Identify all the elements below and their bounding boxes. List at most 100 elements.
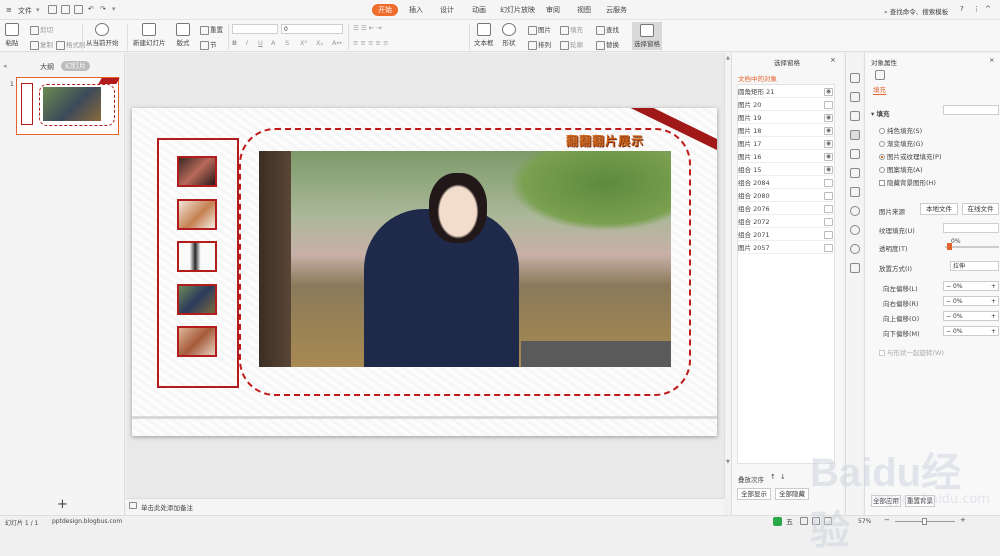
- minus-icon[interactable]: −: [944, 283, 953, 290]
- hamburger-icon[interactable]: ≡: [6, 6, 12, 14]
- redo-icon[interactable]: ↷: [100, 5, 106, 13]
- section-button[interactable]: 节: [200, 39, 217, 50]
- tab-slides[interactable]: 幻灯片: [61, 61, 90, 71]
- picture-button[interactable]: 图片: [528, 24, 551, 35]
- preview-icon[interactable]: [74, 5, 83, 14]
- scroll-up-icon[interactable]: ▲: [726, 55, 730, 61]
- layers-icon[interactable]: [850, 92, 860, 102]
- cut-button[interactable]: 剪切: [30, 24, 53, 35]
- new-slide-button[interactable]: 新建幻灯片: [133, 23, 166, 47]
- list-item[interactable]: 组合 2084: [738, 177, 834, 189]
- minus-icon[interactable]: −: [944, 298, 953, 305]
- italic-icon[interactable]: I: [246, 39, 248, 47]
- offset-bottom-stepper[interactable]: −0% +: [943, 326, 999, 336]
- fill-bucket-icon[interactable]: [875, 70, 885, 80]
- slide-thumbnail[interactable]: [16, 77, 120, 135]
- notes-placeholder[interactable]: 单击此处添加备注: [141, 502, 193, 512]
- layout-button[interactable]: 版式: [176, 23, 190, 47]
- find-button[interactable]: 查找: [596, 24, 619, 35]
- tab-view[interactable]: 视图: [577, 5, 591, 15]
- option-picture-fill[interactable]: 图片或纹理填充(P): [879, 151, 942, 161]
- collapse-pane-icon[interactable]: ◂: [3, 62, 7, 70]
- offset-left-stepper[interactable]: −0% +: [943, 281, 999, 291]
- save-icon[interactable]: [48, 5, 57, 14]
- help-icon[interactable]: ?: [960, 5, 964, 13]
- subscript-icon[interactable]: X₂: [316, 39, 323, 47]
- visibility-box-icon[interactable]: [824, 244, 833, 252]
- underline-icon[interactable]: U: [258, 39, 263, 47]
- rotate-with-shape-checkbox[interactable]: 与形状一起旋转(W): [879, 347, 944, 357]
- minus-icon[interactable]: −: [944, 313, 953, 320]
- placement-select[interactable]: 拉伸: [950, 261, 999, 271]
- hide-background-checkbox[interactable]: 隐藏背景图形(H): [879, 177, 936, 187]
- visibility-box-icon[interactable]: [824, 101, 833, 109]
- reset-button[interactable]: 重置: [200, 24, 223, 35]
- outline-button[interactable]: 轮廓: [560, 39, 583, 50]
- photo-thumbnail-3[interactable]: [177, 241, 217, 272]
- char-spacing-icon[interactable]: A↔: [332, 39, 342, 47]
- move-up-icon[interactable]: ↑: [770, 473, 776, 481]
- tab-design[interactable]: 设计: [440, 5, 454, 15]
- list-item[interactable]: 组合 2071: [738, 229, 834, 241]
- visibility-box-icon[interactable]: [824, 192, 833, 200]
- online-file-button[interactable]: 在线文件: [962, 203, 999, 215]
- more-icon[interactable]: ▾: [112, 5, 116, 13]
- reset-background-button[interactable]: 重置背景: [905, 495, 935, 507]
- superscript-icon[interactable]: X²: [300, 39, 307, 47]
- list-item[interactable]: 组合 15 ◉: [738, 164, 834, 176]
- plus-icon[interactable]: +: [991, 327, 996, 336]
- zoom-slider-handle[interactable]: [922, 518, 927, 525]
- arrange-button[interactable]: 排列: [528, 39, 551, 50]
- list-item[interactable]: 图片 17 ◉: [738, 138, 834, 150]
- slide[interactable]: 翻翻翻片展示: [132, 108, 717, 436]
- tab-slideshow[interactable]: 幻灯片放映: [500, 5, 535, 15]
- eye-icon[interactable]: ◉: [824, 127, 833, 135]
- move-down-icon[interactable]: ↓: [780, 473, 786, 481]
- tab-insert[interactable]: 插入: [409, 5, 423, 15]
- list-item[interactable]: 组合 2080: [738, 190, 834, 202]
- chevron-down-icon[interactable]: ▾: [36, 6, 40, 14]
- bullets-icon[interactable]: ☰ ☰ ⇤ ⇥: [353, 24, 382, 32]
- shape-style-icon[interactable]: [850, 111, 860, 121]
- list-item[interactable]: 组合 2076: [738, 203, 834, 215]
- list-item[interactable]: 组合 2072: [738, 216, 834, 228]
- close-icon[interactable]: ×: [989, 56, 994, 64]
- tab-fill[interactable]: 填充: [873, 84, 886, 95]
- list-item[interactable]: 图片 18 ◉: [738, 125, 834, 137]
- apply-all-button[interactable]: 全部应用: [871, 495, 901, 507]
- scroll-down-icon[interactable]: ▼: [726, 459, 730, 465]
- minimize-icon[interactable]: ⋮: [973, 5, 980, 13]
- history-icon[interactable]: [850, 225, 860, 235]
- home-icon[interactable]: [850, 73, 860, 83]
- properties-icon[interactable]: [850, 130, 860, 140]
- tab-animation[interactable]: 动画: [472, 5, 486, 15]
- box-icon[interactable]: [850, 187, 860, 197]
- option-solid-fill[interactable]: 纯色填充(S): [879, 125, 922, 135]
- minus-icon[interactable]: −: [944, 328, 953, 335]
- print-icon[interactable]: [61, 5, 70, 14]
- share-icon[interactable]: [850, 206, 860, 216]
- photo-thumbnail-2[interactable]: [177, 199, 217, 230]
- hide-all-button[interactable]: 全部隐藏: [775, 488, 809, 500]
- add-slide-icon[interactable]: +: [57, 497, 68, 512]
- list-item[interactable]: 图片 20: [738, 99, 834, 111]
- help-circle-icon[interactable]: [850, 244, 860, 254]
- option-gradient-fill[interactable]: 渐变填充(G): [879, 138, 923, 148]
- photo-thumbnail-1[interactable]: [177, 156, 217, 187]
- five-stroke-icon[interactable]: 五: [786, 517, 793, 527]
- star-icon[interactable]: [850, 168, 860, 178]
- transparency-slider[interactable]: [945, 246, 999, 248]
- normal-view-icon[interactable]: [800, 517, 808, 525]
- picture-tools-icon[interactable]: [850, 149, 860, 159]
- grid-icon[interactable]: [850, 263, 860, 273]
- zoom-out-icon[interactable]: −: [884, 516, 890, 524]
- bold-icon[interactable]: B: [232, 39, 237, 47]
- tab-review[interactable]: 审阅: [546, 5, 560, 15]
- plus-icon[interactable]: +: [991, 297, 996, 306]
- file-menu[interactable]: 文件: [18, 6, 32, 16]
- offset-right-stepper[interactable]: −0% +: [943, 296, 999, 306]
- close-icon[interactable]: ×: [830, 56, 836, 64]
- texture-select[interactable]: [943, 223, 999, 233]
- start-from-current-button[interactable]: 从当前开始: [86, 23, 119, 47]
- replace-button[interactable]: 替换: [596, 39, 619, 50]
